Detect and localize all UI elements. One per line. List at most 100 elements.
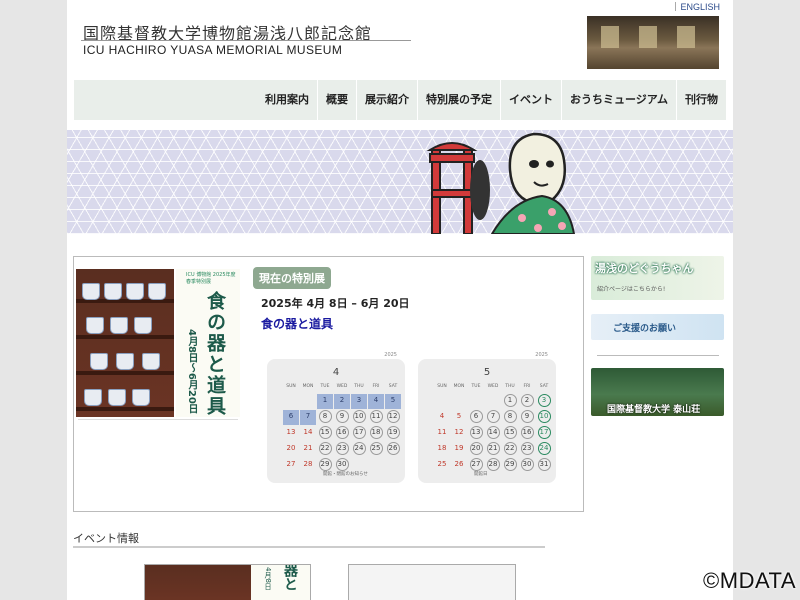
weekday-label: TUE bbox=[320, 384, 330, 389]
weekday-label: SAT bbox=[539, 384, 549, 389]
calendar-days: 1 2 3 4 5 6 7 8 9 10 11 12 13 14 15 16 17 18 19 20 21 22 23 24 2… bbox=[434, 394, 552, 473]
calendar-day: 13 bbox=[468, 426, 484, 441]
calendar-day: 2 bbox=[519, 394, 535, 409]
poster-title: 食の器と道具 bbox=[204, 291, 226, 417]
calendar-day: 25 bbox=[437, 460, 447, 468]
english-link[interactable]: ENGLISH bbox=[675, 2, 720, 12]
calendar-day: 14 bbox=[485, 426, 501, 441]
calendar-year: 2025 bbox=[384, 352, 397, 358]
calendar-day: 15 bbox=[502, 426, 518, 441]
nav-item-home-museum[interactable]: おうちミュージアム bbox=[560, 80, 676, 120]
exhibition-poster[interactable]: ICU 博物館 2025年度 春季特別展 食の器と道具 4月8日〜6月20日 bbox=[76, 261, 241, 431]
calendar-day: 19 bbox=[385, 426, 401, 441]
exhibition-title-link[interactable]: 食の器と道具 bbox=[261, 315, 333, 332]
calendar-day: 3 bbox=[351, 394, 367, 409]
calendar-day: 6 bbox=[283, 410, 299, 425]
current-exhibition-panel: ICU 博物館 2025年度 春季特別展 食の器と道具 4月8日〜6月20日 現… bbox=[73, 256, 584, 512]
calendar-may: 2025 5 SUN MON TUE WED THU FRI SAT 1 2 3 4 5 6 7 8 9 10… bbox=[418, 352, 556, 483]
calendar-day: 14 bbox=[303, 428, 313, 436]
events-divider bbox=[73, 546, 545, 548]
weekday-label: THU bbox=[505, 384, 515, 389]
calendar-day: 3 bbox=[536, 394, 552, 409]
calendar-day bbox=[485, 394, 501, 409]
nav-item-overview[interactable]: 概要 bbox=[316, 80, 356, 120]
calendar-day: 17 bbox=[351, 426, 367, 441]
weekday-label: WED bbox=[336, 384, 348, 389]
calendar-day: 18 bbox=[437, 444, 447, 452]
main-nav: 利用案内 概要 展示紹介 特別展の予定 イベント おうちミュージアム 刊行物 bbox=[74, 80, 726, 120]
calendar-day: 8 bbox=[317, 410, 333, 425]
weekday-label: TUE bbox=[471, 384, 481, 389]
calendar-legend: 開館・閉館のお知らせ bbox=[323, 472, 368, 477]
calendar-day: 6 bbox=[468, 410, 484, 425]
site-title-en[interactable]: ICU HACHIRO YUASA MEMORIAL MUSEUM bbox=[83, 43, 342, 57]
nav-item-events[interactable]: イベント bbox=[499, 80, 561, 120]
calendar-day bbox=[451, 394, 467, 409]
calendar-day: 13 bbox=[286, 428, 296, 436]
calendar-day: 23 bbox=[519, 442, 535, 457]
calendar-month: 5 bbox=[483, 367, 491, 378]
calendar-year: 2025 bbox=[535, 352, 548, 358]
taizansou-label: 国際基督教大学 泰山荘 bbox=[607, 405, 701, 415]
calendar-days: 1 2 3 4 5 6 7 8 9 10 11 12 13 14 15 16 17 18 19 20 21 22 23 24 2… bbox=[283, 394, 401, 473]
nav-item-publications[interactable]: 刊行物 bbox=[676, 80, 726, 120]
calendar-day: 22 bbox=[317, 442, 333, 457]
calendar-day: 28 bbox=[303, 460, 313, 468]
support-banner[interactable]: ご支援のお願い bbox=[591, 314, 724, 340]
calendar-day: 29 bbox=[502, 458, 518, 473]
calendar-day: 21 bbox=[485, 442, 501, 457]
calendar-day bbox=[283, 394, 299, 409]
calendar-day: 26 bbox=[454, 460, 464, 468]
calendar-day: 4 bbox=[368, 394, 384, 409]
calendar-day: 12 bbox=[385, 410, 401, 425]
event-card[interactable]: 4月8日 器と bbox=[144, 564, 311, 600]
calendar-day: 5 bbox=[456, 412, 462, 420]
dogu-chan-banner[interactable]: 湯浅のどぐうちゃん 紹介ページはこちらから! bbox=[591, 256, 724, 300]
current-exhibition-badge: 現在の特別展 bbox=[253, 267, 331, 289]
taizansou-banner[interactable]: 国際基督教大学 泰山荘 bbox=[591, 368, 724, 416]
calendar-day: 24 bbox=[536, 442, 552, 457]
calendar-day: 31 bbox=[536, 458, 552, 473]
weekday-label: THU bbox=[354, 384, 364, 389]
calendar-day: 16 bbox=[334, 426, 350, 441]
calendar-day: 1 bbox=[317, 394, 333, 409]
weekday-label: MON bbox=[302, 384, 314, 389]
weekday-label: MON bbox=[453, 384, 465, 389]
calendar-month: 4 bbox=[332, 367, 340, 378]
poster-cups-photo bbox=[76, 269, 174, 417]
sidebar-divider bbox=[597, 355, 719, 356]
calendar-legend: 開館日 bbox=[474, 472, 488, 477]
calendar-day: 15 bbox=[317, 426, 333, 441]
calendar-day: 8 bbox=[502, 410, 518, 425]
calendar-april: 2025 4 SUN MON TUE WED THU FRI SAT 1 2 3 4 5 6 7 8 9 10… bbox=[267, 352, 405, 483]
calendar-day: 16 bbox=[519, 426, 535, 441]
calendar-day bbox=[468, 394, 484, 409]
weekday-label: WED bbox=[487, 384, 499, 389]
calendar-day: 20 bbox=[286, 444, 296, 452]
events-heading: イベント情報 bbox=[73, 532, 139, 545]
calendar-day: 9 bbox=[519, 410, 535, 425]
calendar-day: 17 bbox=[536, 426, 552, 441]
calendar-day: 23 bbox=[334, 442, 350, 457]
weekday-label: FRI bbox=[523, 384, 531, 389]
calendar-day: 26 bbox=[385, 442, 401, 457]
nav-item-special-schedule[interactable]: 特別展の予定 bbox=[416, 80, 500, 120]
calendar-day: 25 bbox=[368, 442, 384, 457]
dogu-mascot-illustration bbox=[426, 132, 576, 234]
event-card[interactable] bbox=[348, 564, 516, 600]
poster-dates: 4月8日〜6月20日 bbox=[186, 329, 197, 414]
calendar-day: 7 bbox=[485, 410, 501, 425]
poster-footer bbox=[78, 419, 238, 430]
calendar-day: 11 bbox=[437, 428, 447, 436]
calendar-day bbox=[300, 394, 316, 409]
nav-item-exhibits[interactable]: 展示紹介 bbox=[355, 80, 417, 120]
calendar-day: 22 bbox=[502, 442, 518, 457]
calendar-day: 10 bbox=[536, 410, 552, 425]
event-card-date: 4月8日 bbox=[264, 567, 272, 590]
weekday-label: FRI bbox=[372, 384, 380, 389]
calendar-day: 19 bbox=[454, 444, 464, 452]
nav-item-guide[interactable]: 利用案内 bbox=[257, 80, 317, 120]
calendar-day: 27 bbox=[286, 460, 296, 468]
dogu-chan-sub: 紹介ページはこちらから! bbox=[597, 286, 666, 293]
calendar-day: 20 bbox=[468, 442, 484, 457]
